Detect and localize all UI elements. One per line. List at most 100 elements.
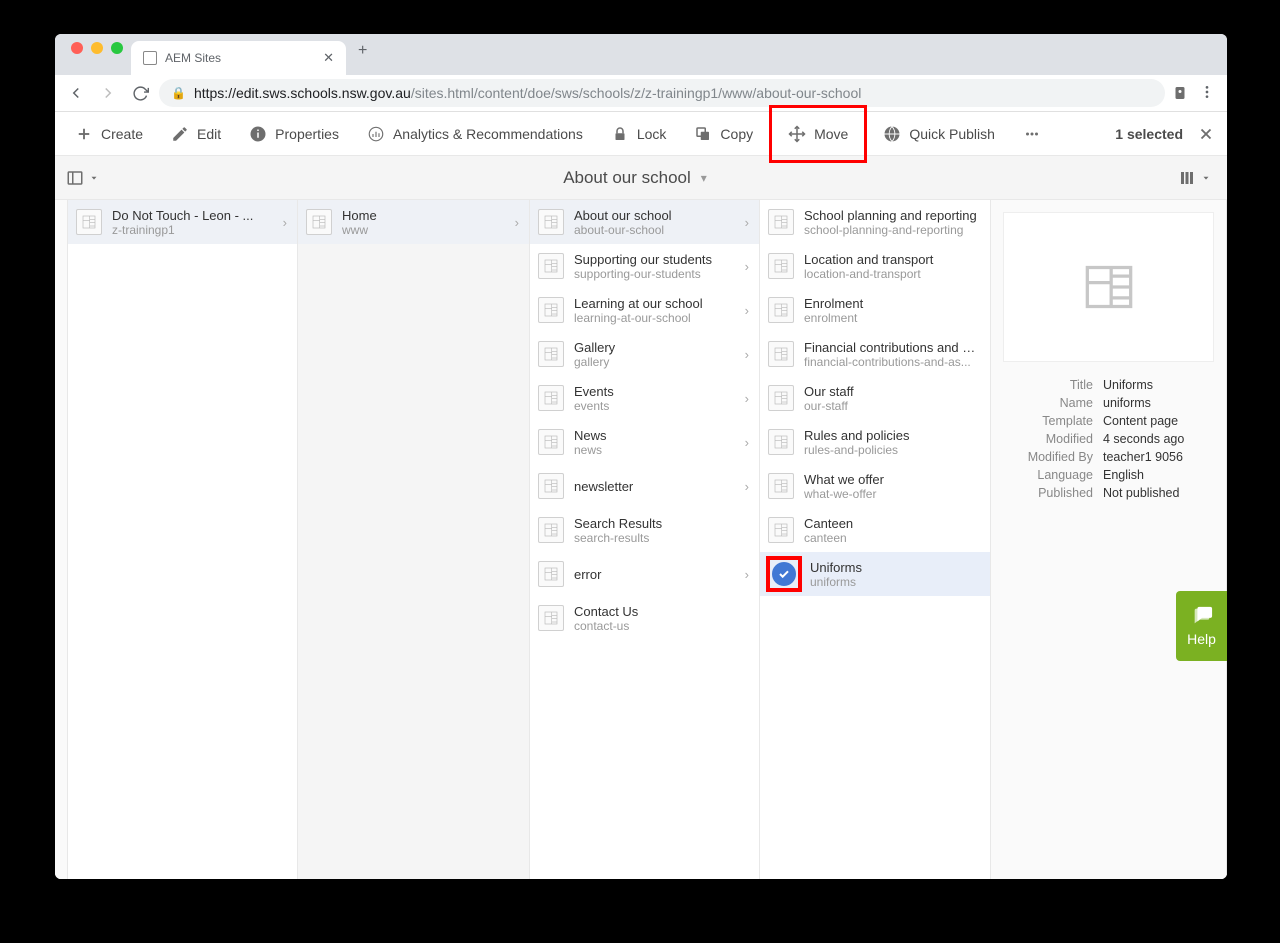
close-tab-icon[interactable]: ✕	[323, 50, 334, 66]
lock-button[interactable]: Lock	[597, 112, 681, 156]
reload-button[interactable]	[127, 80, 153, 106]
page-item[interactable]: Location and transportlocation-and-trans…	[760, 244, 990, 288]
page-thumb-icon[interactable]	[538, 429, 564, 455]
page-item[interactable]: error›	[530, 552, 759, 596]
page-thumb-icon[interactable]	[538, 297, 564, 323]
page-item[interactable]: Financial contributions and as...financi…	[760, 332, 990, 376]
page-title: Rules and policies	[804, 428, 982, 443]
breadcrumb-row: About our school▾	[55, 156, 1227, 200]
minimize-window-icon[interactable]	[91, 42, 103, 54]
page-item[interactable]: Contact Uscontact-us	[530, 596, 759, 640]
page-name: rules-and-policies	[804, 443, 982, 457]
page-thumb-icon[interactable]	[538, 605, 564, 631]
copy-button[interactable]: Copy	[680, 112, 767, 156]
check-icon[interactable]	[772, 562, 796, 586]
more-button[interactable]	[1009, 112, 1055, 156]
maximize-window-icon[interactable]	[111, 42, 123, 54]
page-item[interactable]: What we offerwhat-we-offer	[760, 464, 990, 508]
page-item[interactable]: Newsnews›	[530, 420, 759, 464]
page-title: newsletter	[574, 479, 735, 494]
page-item[interactable]: Gallerygallery›	[530, 332, 759, 376]
page-name: location-and-transport	[804, 267, 982, 281]
deselect-button[interactable]	[1191, 112, 1221, 156]
account-icon[interactable]	[1171, 84, 1189, 102]
back-button[interactable]	[63, 80, 89, 106]
url-field[interactable]: 🔒 https://edit.sws.schools.nsw.gov.au/si…	[159, 79, 1165, 107]
page-name: school-planning-and-reporting	[804, 223, 982, 237]
chevron-right-icon: ›	[745, 435, 751, 450]
browser-tab[interactable]: AEM Sites ✕	[131, 41, 346, 75]
page-thumb-icon[interactable]	[306, 209, 332, 235]
edit-button[interactable]: Edit	[157, 112, 235, 156]
page-item[interactable]: Supporting our studentssupporting-our-st…	[530, 244, 759, 288]
rail-toggle[interactable]	[65, 169, 99, 187]
page-thumb-icon[interactable]	[538, 253, 564, 279]
page-title: Location and transport	[804, 252, 982, 267]
chevron-right-icon: ›	[745, 479, 751, 494]
page-thumb-icon[interactable]	[538, 517, 564, 543]
new-tab-button[interactable]: +	[346, 42, 377, 68]
page-name: z-trainingp1	[112, 223, 273, 237]
create-button[interactable]: Create	[61, 112, 157, 156]
page-thumb-icon[interactable]	[538, 561, 564, 587]
page-thumb-icon[interactable]	[538, 473, 564, 499]
page-name: contact-us	[574, 619, 751, 633]
prop-value: Content page	[1103, 414, 1214, 428]
prop-key: Modified By	[1003, 450, 1103, 464]
quick-publish-button[interactable]: Quick Publish	[869, 112, 1009, 156]
page-name: canteen	[804, 531, 982, 545]
page-thumb-icon[interactable]	[538, 209, 564, 235]
page-name: what-we-offer	[804, 487, 982, 501]
page-thumb-icon[interactable]	[538, 385, 564, 411]
page-thumb-icon[interactable]	[768, 385, 794, 411]
page-name: www	[342, 223, 505, 237]
page-item[interactable]: newsletter ›	[530, 464, 759, 508]
prop-value: uniforms	[1103, 396, 1214, 410]
chevron-right-icon: ›	[745, 303, 751, 318]
forward-button[interactable]	[95, 80, 121, 106]
page-item[interactable]: About our schoolabout-our-school›	[530, 200, 759, 244]
page-item[interactable]: School planning and reportingschool-plan…	[760, 200, 990, 244]
page-item[interactable]: Enrolmentenrolment	[760, 288, 990, 332]
view-switcher[interactable]	[1171, 169, 1217, 187]
prop-key: Published	[1003, 486, 1103, 500]
chat-icon	[1190, 605, 1214, 627]
page-thumb-icon[interactable]	[768, 253, 794, 279]
close-window-icon[interactable]	[71, 42, 83, 54]
help-button[interactable]: Help	[1176, 591, 1227, 661]
page-thumb-icon[interactable]	[768, 473, 794, 499]
page-item[interactable]: Canteencanteen	[760, 508, 990, 552]
browser-url-bar: 🔒 https://edit.sws.schools.nsw.gov.au/si…	[55, 75, 1227, 112]
move-button[interactable]: Move	[774, 112, 862, 156]
page-thumb-icon[interactable]	[768, 517, 794, 543]
window-controls	[67, 42, 131, 68]
page-item[interactable]: Eventsevents›	[530, 376, 759, 420]
page-item[interactable]: Our staffour-staff	[760, 376, 990, 420]
page-thumb-icon[interactable]	[768, 429, 794, 455]
action-toolbar: Create Edit Properties Analytics & Recom…	[55, 112, 1227, 156]
analytics-button[interactable]: Analytics & Recommendations	[353, 112, 597, 156]
page-thumb-icon[interactable]	[768, 209, 794, 235]
properties-button[interactable]: Properties	[235, 112, 353, 156]
selection-count: 1 selected	[1115, 126, 1191, 142]
page-name: uniforms	[810, 575, 982, 589]
page-item[interactable]: Search Resultssearch-results	[530, 508, 759, 552]
page-title: Canteen	[804, 516, 982, 531]
page-thumb-icon[interactable]	[768, 297, 794, 323]
page-thumb-icon[interactable]	[768, 341, 794, 367]
page-item[interactable]: Homewww›	[298, 200, 529, 244]
page-item[interactable]: Rules and policiesrules-and-policies	[760, 420, 990, 464]
page-item[interactable]: Learning at our schoollearning-at-our-sc…	[530, 288, 759, 332]
breadcrumb-title[interactable]: About our school▾	[99, 168, 1171, 188]
chevron-right-icon: ›	[745, 567, 751, 582]
menu-icon[interactable]	[1199, 84, 1215, 102]
page-title: Search Results	[574, 516, 751, 531]
page-thumb-icon[interactable]	[76, 209, 102, 235]
page-title: Home	[342, 208, 505, 223]
page-title: School planning and reporting	[804, 208, 982, 223]
page-title: About our school	[574, 208, 735, 223]
page-title: Our staff	[804, 384, 982, 399]
page-item[interactable]: Do Not Touch - Leon - ...z-trainingp1›	[68, 200, 297, 244]
page-item[interactable]: Uniformsuniforms	[760, 552, 990, 596]
page-thumb-icon[interactable]	[538, 341, 564, 367]
